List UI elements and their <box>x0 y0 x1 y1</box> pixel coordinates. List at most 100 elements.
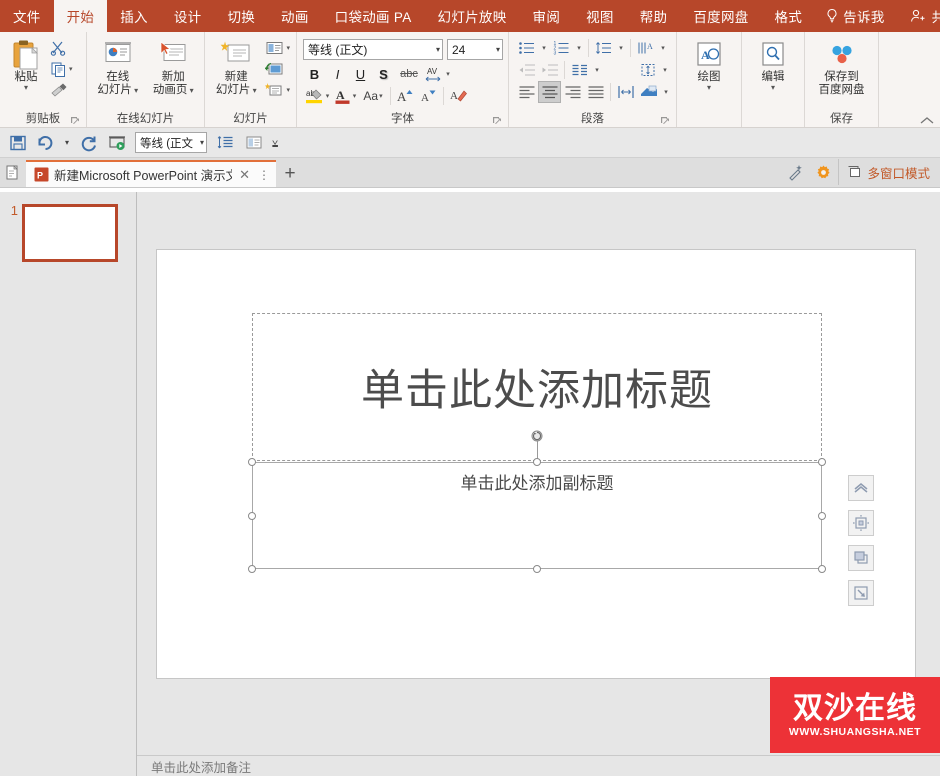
resize-handle-nw[interactable] <box>248 458 256 466</box>
justify-button[interactable] <box>584 81 607 103</box>
drawing-button[interactable]: A 绘图 ▾ <box>682 37 736 93</box>
font-color-caret-icon[interactable]: ▾ <box>353 92 357 100</box>
bullet-list-caret-icon[interactable]: ▾ <box>538 37 550 59</box>
ribbon-tab-baidu-netdisk[interactable]: 百度网盘 <box>680 0 761 32</box>
text-direction-button[interactable]: A <box>634 37 657 59</box>
editing-button[interactable]: 编辑 ▾ <box>746 37 800 93</box>
thumbnail-item[interactable]: 1 <box>0 204 136 262</box>
ribbon-tab-help[interactable]: 帮助 <box>627 0 681 32</box>
magic-wand-icon[interactable] <box>782 159 808 185</box>
slide-canvas[interactable]: 单击此处添加标题 单击此处添加副标题 <box>156 249 916 679</box>
ribbon-tab-pocket-animation[interactable]: 口袋动画 PA <box>322 0 425 32</box>
align-center-button[interactable] <box>538 81 561 103</box>
change-case-caret-icon[interactable]: ▾ <box>379 92 383 100</box>
decrease-indent-button[interactable] <box>515 59 538 81</box>
gear-icon[interactable] <box>810 159 836 185</box>
character-spacing-button[interactable]: AV ▾ <box>423 63 451 85</box>
new-animation-caret-icon[interactable]: ▾ <box>187 86 194 95</box>
clipboard-dialog-launcher[interactable] <box>70 116 80 126</box>
undo-button[interactable] <box>32 131 59 155</box>
decrease-font-size-button[interactable]: A <box>417 85 440 107</box>
resize-handle-n[interactable] <box>533 458 541 466</box>
columns-caret-icon[interactable]: ▾ <box>591 59 603 81</box>
align-text-caret-icon[interactable]: ▾ <box>659 59 671 81</box>
slide-thumbnail-pane[interactable]: 1 <box>0 192 137 776</box>
ribbon-tab-slideshow[interactable]: 幻灯片放映 <box>425 0 520 32</box>
save-to-baidu-netdisk-button[interactable]: 保存到 百度网盘 <box>809 37 874 99</box>
ribbon-tab-animation[interactable]: 动画 <box>268 0 322 32</box>
ribbon-tab-transition[interactable]: 切换 <box>214 0 268 32</box>
tab-list-icon[interactable] <box>0 157 26 187</box>
subtitle-placeholder[interactable]: 单击此处添加副标题 <box>248 430 826 573</box>
paste-caret-icon[interactable]: ▾ <box>24 84 28 92</box>
smartart-caret-icon[interactable]: ▾ <box>660 81 672 103</box>
resize-handle-w[interactable] <box>248 511 256 520</box>
new-slide-caret-icon[interactable]: ▾ <box>250 86 257 95</box>
multiwindow-mode-button[interactable]: 多窗口模式 <box>838 159 936 185</box>
resize-handle-se[interactable] <box>818 565 826 573</box>
save-button[interactable] <box>4 131 31 155</box>
clear-formatting-button[interactable]: A <box>447 85 470 107</box>
online-slide-button[interactable]: 在线 幻灯片 ▾ <box>91 37 145 99</box>
numbered-list-caret-icon[interactable]: ▾ <box>573 37 585 59</box>
new-slide-button[interactable]: 新建 幻灯片 ▾ <box>209 37 263 99</box>
ribbon-tab-format[interactable]: 格式 <box>762 0 816 32</box>
resize-handle-s[interactable] <box>533 565 541 573</box>
font-size-combo[interactable]: 24 ▾ <box>447 39 503 60</box>
columns-button[interactable] <box>568 59 591 81</box>
section-caret-icon[interactable]: ▾ <box>286 86 290 94</box>
new-tab-button[interactable]: + <box>276 160 304 187</box>
ribbon-tab-file[interactable]: 文件 <box>0 0 54 32</box>
quick-layout-button[interactable] <box>240 131 267 155</box>
slide-edit-pane[interactable]: 单击此处添加标题 单击此处添加副标题 单击此处添加备注 双沙在线 WWW.SHU… <box>137 192 940 776</box>
numbered-list-button[interactable]: 123 <box>550 37 573 59</box>
drawing-caret-icon[interactable]: ▾ <box>707 84 711 92</box>
thumbnail-preview[interactable] <box>22 204 118 262</box>
collapse-up-button[interactable] <box>848 475 874 501</box>
paste-button[interactable]: 粘贴 ▾ <box>4 37 48 93</box>
bullet-list-button[interactable] <box>515 37 538 59</box>
text-shadow-button[interactable]: S <box>372 63 395 85</box>
increase-font-size-button[interactable]: A <box>394 85 417 107</box>
text-fit-button[interactable] <box>614 81 637 103</box>
copy-button[interactable]: ▾ <box>48 59 75 79</box>
text-direction-caret-icon[interactable]: ▾ <box>657 37 669 59</box>
font-dialog-launcher[interactable] <box>492 116 502 126</box>
ribbon-tab-design[interactable]: 设计 <box>161 0 215 32</box>
format-painter-button[interactable] <box>48 80 75 100</box>
underline-button[interactable]: U <box>349 63 372 85</box>
notes-bar[interactable]: 单击此处添加备注 <box>137 755 940 776</box>
smartart-button[interactable] <box>637 81 660 103</box>
text-highlight-button[interactable]: ab ▾ <box>303 85 331 107</box>
align-left-button[interactable] <box>515 81 538 103</box>
section-button[interactable]: ▾ <box>263 80 292 100</box>
character-spacing-caret-icon[interactable]: ▾ <box>446 70 450 78</box>
new-animation-page-button[interactable]: 新加 动画页 ▾ <box>147 37 201 99</box>
selection-pane-button[interactable] <box>848 510 874 536</box>
change-case-button[interactable]: Aa ▾ <box>359 85 387 107</box>
line-spacing-caret-icon[interactable]: ▾ <box>615 37 627 59</box>
copy-caret-icon[interactable]: ▾ <box>69 65 73 73</box>
reset-button[interactable] <box>263 59 292 79</box>
align-right-button[interactable] <box>561 81 584 103</box>
rotation-handle[interactable] <box>530 429 544 443</box>
redo-button[interactable] <box>75 131 102 155</box>
quick-access-more-icon[interactable]: ⩣ <box>268 131 282 155</box>
resize-handle-sw[interactable] <box>248 565 256 573</box>
bold-button[interactable]: B <box>303 63 326 85</box>
resize-handle-e[interactable] <box>818 511 826 520</box>
quick-font-name-combo[interactable]: 等线 (正文 ▾ <box>135 132 207 153</box>
collapse-ribbon-button[interactable] <box>920 116 934 125</box>
resize-expand-button[interactable] <box>848 580 874 606</box>
font-name-dropdown-icon[interactable]: ▾ <box>431 45 440 54</box>
ribbon-tab-view[interactable]: 视图 <box>573 0 627 32</box>
highlight-caret-icon[interactable]: ▾ <box>326 92 330 100</box>
editing-caret-icon[interactable]: ▾ <box>771 84 775 92</box>
resize-handle-ne[interactable] <box>818 458 826 466</box>
duplicate-shape-button[interactable] <box>848 545 874 571</box>
paragraph-dialog-launcher[interactable] <box>660 116 670 126</box>
undo-caret-icon[interactable]: ▾ <box>60 131 74 155</box>
increase-indent-button[interactable] <box>538 59 561 81</box>
share-button[interactable]: 共享 <box>898 0 940 32</box>
align-text-button[interactable] <box>636 59 659 81</box>
